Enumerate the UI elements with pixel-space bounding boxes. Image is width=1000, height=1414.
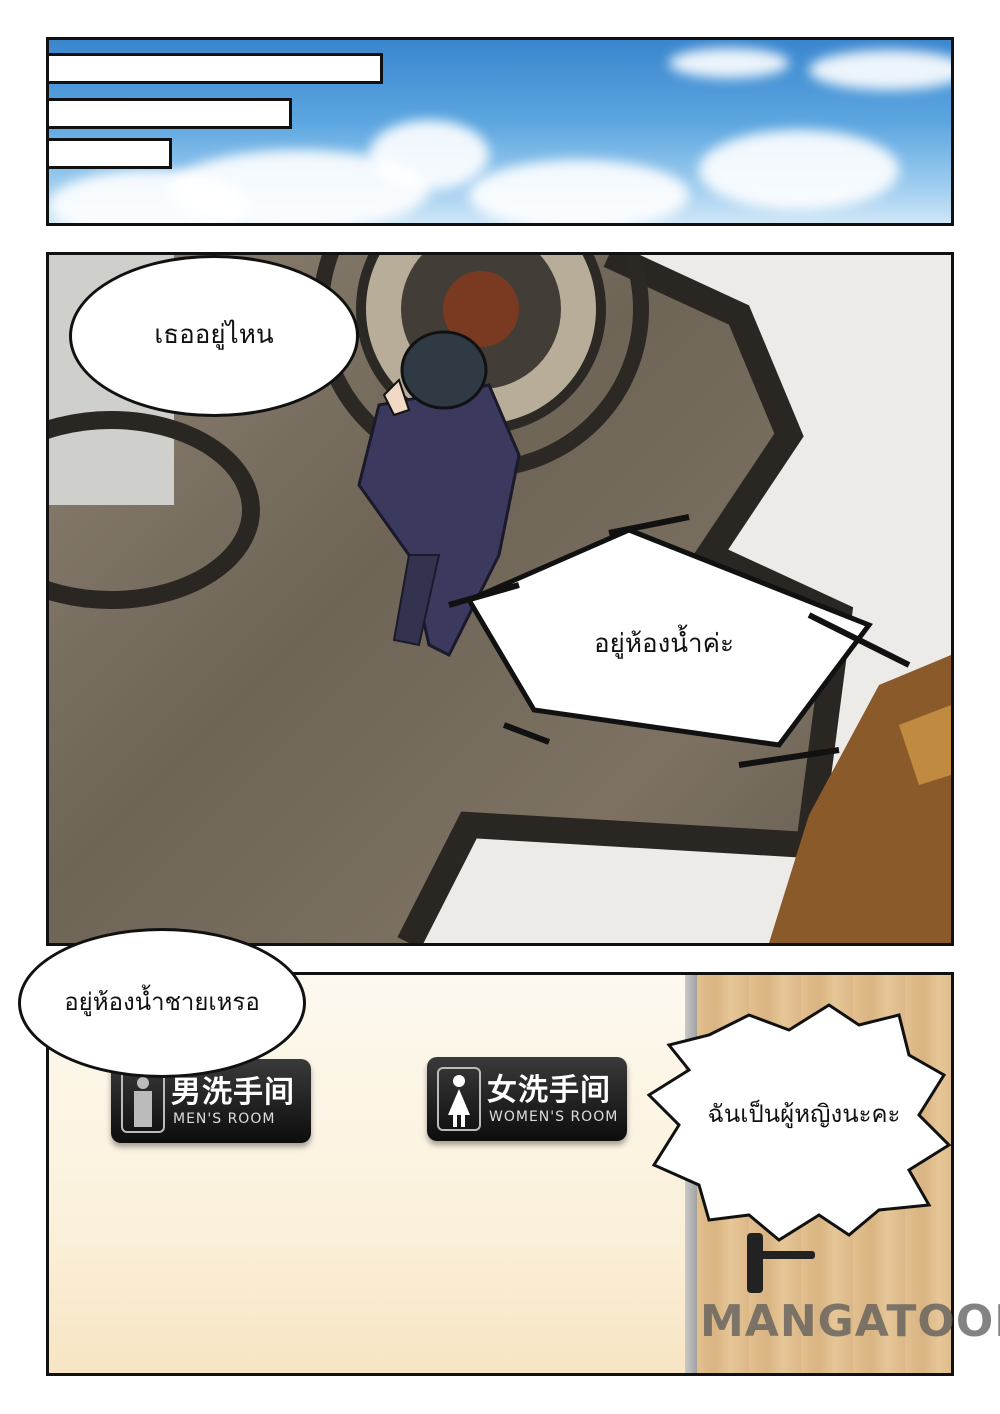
speech-bubble-left: อยู่ห้องน้ำชายเหรอ: [18, 928, 306, 1078]
caption-box: [49, 98, 292, 129]
cloud: [469, 160, 689, 223]
cloud: [669, 48, 789, 78]
speech-bubble-top: เธออยู่ไหน: [69, 255, 359, 417]
cloud: [809, 50, 951, 90]
sky-panel: [46, 37, 954, 226]
speech-text-left: อยู่ห้องน้ำชายเหรอ: [64, 988, 260, 1017]
cloud: [699, 130, 899, 210]
spiky-bubble-text: ฉันเป็นผู้หญิงนะคะ: [707, 1100, 901, 1129]
caption-box: [49, 53, 383, 84]
speech-text: เธออยู่ไหน: [154, 320, 274, 351]
caption-box: [49, 138, 172, 169]
cloud: [369, 120, 489, 190]
mangatoon-watermark: MANGATOON: [700, 1296, 1000, 1347]
shout-text: อยู่ห้องน้ำค่ะ: [593, 629, 735, 660]
spiky-bubble: ฉันเป็นผู้หญิงนะคะ: [689, 1070, 919, 1160]
shout-bubble: อยู่ห้องน้ำค่ะ: [519, 615, 809, 675]
floor-panel: เธออยู่ไหน อยู่ห้องน้ำค่ะ: [46, 252, 954, 946]
